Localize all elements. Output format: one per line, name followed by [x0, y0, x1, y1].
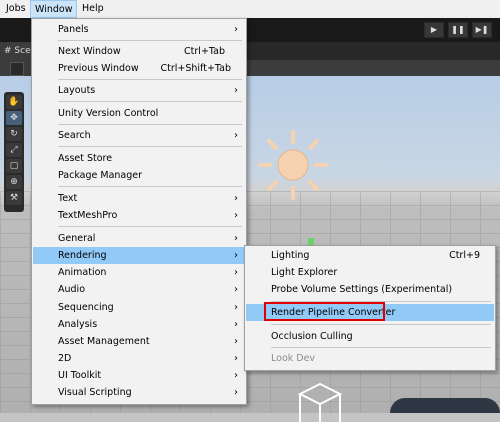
menu-item-next-window[interactable]: Next Window Ctrl+Tab — [33, 43, 245, 60]
menu-item-sequencing[interactable]: Sequencing › — [33, 299, 245, 316]
menu-item-layouts[interactable]: Layouts › — [33, 82, 245, 99]
menu-item-audio[interactable]: Audio › — [33, 281, 245, 298]
menu-help[interactable]: Help — [78, 0, 108, 18]
menu-separator — [58, 226, 242, 227]
menu-separator — [271, 347, 491, 348]
menu-item-textmeshpro[interactable]: TextMeshPro › — [33, 207, 245, 224]
custom-tool-icon[interactable]: ⚒ — [6, 191, 22, 205]
menu-item-analysis[interactable]: Analysis › — [33, 316, 245, 333]
annotation-highlight-box — [264, 302, 385, 321]
menu-item-animation[interactable]: Animation › — [33, 264, 245, 281]
menu-item-search[interactable]: Search › — [33, 127, 245, 144]
menu-item-2d[interactable]: 2D › — [33, 350, 245, 367]
menu-separator — [58, 79, 242, 80]
play-button[interactable]: ▶ — [424, 22, 444, 38]
transform-icon[interactable]: ⊕ — [6, 175, 22, 189]
menu-item-asset-management[interactable]: Asset Management › — [33, 333, 245, 350]
menu-separator — [58, 146, 242, 147]
menu-item-package-manager[interactable]: Package Manager — [33, 167, 245, 184]
menu-separator — [58, 124, 242, 125]
menu-window[interactable]: Window — [30, 0, 78, 18]
pause-button[interactable]: ❚❚ — [448, 22, 468, 38]
cube-gizmo-icon — [297, 382, 343, 422]
menu-item-general[interactable]: General › — [33, 230, 245, 247]
tool-palette: ✋ ✥ ↻ ⤢ ▢ ⊕ ⚒ — [4, 92, 24, 212]
menu-separator — [58, 186, 242, 187]
menu-item-asset-store[interactable]: Asset Store — [33, 150, 245, 167]
submenu-item-look-dev: Look Dev — [271, 353, 316, 364]
move-icon[interactable]: ✥ — [6, 111, 22, 125]
menu-item-unity-version-control[interactable]: Unity Version Control — [33, 105, 245, 122]
rotate-icon[interactable]: ↻ — [6, 127, 22, 141]
menu-separator — [271, 324, 491, 325]
sun-light-icon — [258, 130, 328, 200]
menu-separator — [58, 101, 242, 102]
menu-jobs[interactable]: Jobs — [2, 0, 30, 18]
submenu-item-light-explorer[interactable]: Light Explorer — [246, 264, 494, 281]
submenu-item-probe-volume-settings[interactable]: Probe Volume Settings (Experimental) — [246, 281, 494, 298]
menu-item-rendering[interactable]: Rendering › — [33, 247, 245, 264]
menu-item-text[interactable]: Text › — [33, 190, 245, 207]
menu-item-visual-scripting[interactable]: Visual Scripting › — [33, 384, 245, 401]
scale-icon[interactable]: ⤢ — [6, 143, 22, 157]
hand-icon[interactable]: ✋ — [6, 95, 22, 109]
menubar: Jobs Window Help — [0, 0, 500, 18]
scene-view-icon[interactable] — [10, 62, 24, 76]
scene-object — [390, 398, 500, 413]
menu-item-panels[interactable]: Panels › — [33, 21, 245, 38]
step-button[interactable]: ▶❚ — [472, 22, 492, 38]
submenu-item-lighting[interactable]: Lighting Ctrl+9 — [246, 247, 494, 264]
menu-separator — [58, 40, 242, 41]
window-menu: Panels › Next Window Ctrl+Tab Previous Win… — [31, 18, 247, 405]
menu-item-ui-toolkit[interactable]: UI Toolkit › — [33, 367, 245, 384]
submenu-item-occlusion-culling[interactable]: Occlusion Culling — [246, 328, 494, 345]
menu-item-previous-window[interactable]: Previous Window Ctrl+Shift+Tab — [33, 60, 245, 77]
rect-icon[interactable]: ▢ — [6, 159, 22, 173]
